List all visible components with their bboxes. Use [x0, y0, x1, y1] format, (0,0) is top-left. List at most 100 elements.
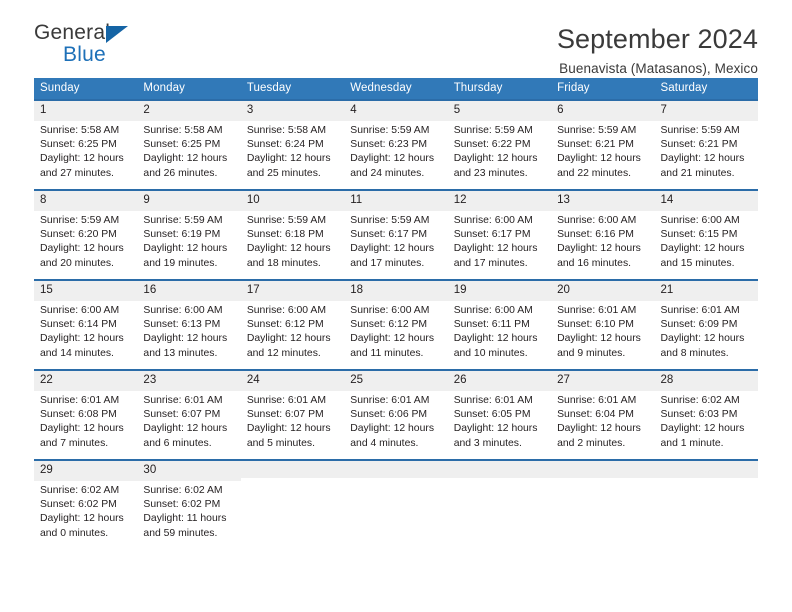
day-number: 14: [654, 191, 758, 212]
sunset-text: Sunset: 6:04 PM: [557, 409, 634, 421]
calendar-day-cell[interactable]: 8 Sunrise: 5:59 AM Sunset: 6:20 PM Daylight…: [34, 189, 138, 280]
calendar-day-cell[interactable]: 10 Sunrise: 5:59 AM Sunset: 6:18 PM Dayligh…: [240, 189, 345, 280]
daylight-text: Daylight: 12 hours and 8 minutes.: [660, 333, 745, 359]
calendar-day-cell[interactable]: 6 Sunrise: 5:59 AM Sunset: 6:21 PM Daylight…: [551, 99, 655, 190]
calendar-table: Sunday Monday Tuesday Wednesday Thursday…: [34, 78, 758, 549]
calendar-day-cell[interactable]: 2 Sunrise: 5:58 AM Sunset: 6:25 PM Daylight…: [137, 99, 241, 190]
calendar-day-cell[interactable]: [654, 459, 758, 549]
calendar-day-cell[interactable]: 17 Sunrise: 6:00 AM Sunset: 6:12 PM Dayligh…: [240, 279, 345, 370]
daylight-text: Daylight: 12 hours and 19 minutes.: [143, 243, 228, 269]
day-cell-inner: 26 Sunrise: 6:01 AM Sunset: 6:05 PM Dayligh…: [447, 371, 552, 459]
day-details: Sunrise: 5:59 AM Sunset: 6:22 PM Daylight:…: [448, 121, 551, 180]
calendar-day-cell[interactable]: 7 Sunrise: 5:59 AM Sunset: 6:21 PM Daylight…: [654, 99, 758, 190]
calendar-day-cell[interactable]: 24 Sunrise: 6:01 AM Sunset: 6:07 PM Dayligh…: [240, 369, 345, 460]
calendar-day-cell[interactable]: 21 Sunrise: 6:01 AM Sunset: 6:09 PM Dayligh…: [654, 279, 758, 370]
day-number: 27: [551, 371, 655, 392]
day-number: 26: [447, 371, 552, 392]
logo[interactable]: General Blue: [34, 22, 154, 68]
day-details: Sunrise: 6:00 AM Sunset: 6:11 PM Daylight:…: [448, 301, 551, 360]
day-details: Sunrise: 5:59 AM Sunset: 6:18 PM Daylight:…: [241, 211, 344, 270]
sunset-text: Sunset: 6:19 PM: [143, 229, 221, 241]
calendar-day-cell[interactable]: [344, 459, 448, 549]
logo-text-general: General: [34, 21, 111, 44]
calendar-day-cell[interactable]: 1 Sunrise: 5:58 AM Sunset: 6:25 PM Daylight…: [34, 99, 138, 190]
calendar-week-row: 1 Sunrise: 5:58 AM Sunset: 6:25 PM Daylight…: [34, 99, 758, 190]
calendar-day-cell[interactable]: [551, 459, 655, 549]
calendar-day-cell[interactable]: 9 Sunrise: 5:59 AM Sunset: 6:19 PM Daylight…: [137, 189, 241, 280]
weekday-header-tuesday: Tuesday: [240, 78, 345, 100]
calendar-day-cell[interactable]: 25 Sunrise: 6:01 AM Sunset: 6:06 PM Dayligh…: [344, 369, 448, 460]
day-details: Sunrise: 6:01 AM Sunset: 6:05 PM Daylight:…: [448, 391, 551, 450]
logo-text-blue: Blue: [63, 43, 106, 66]
calendar-day-cell[interactable]: 13 Sunrise: 6:00 AM Sunset: 6:16 PM Dayligh…: [551, 189, 655, 280]
day-cell-inner: 16 Sunrise: 6:00 AM Sunset: 6:13 PM Dayligh…: [137, 281, 241, 369]
daylight-text: Daylight: 12 hours and 24 minutes.: [350, 153, 435, 179]
daylight-text: Daylight: 12 hours and 7 minutes.: [40, 423, 124, 449]
day-details: Sunrise: 5:59 AM Sunset: 6:21 PM Daylight:…: [551, 121, 654, 180]
calendar-day-cell[interactable]: 20 Sunrise: 6:01 AM Sunset: 6:10 PM Dayligh…: [551, 279, 655, 370]
day-details: Sunrise: 6:02 AM Sunset: 6:02 PM Daylight:…: [34, 481, 137, 540]
sunset-text: Sunset: 6:02 PM: [40, 499, 117, 511]
sunset-text: Sunset: 6:25 PM: [40, 139, 117, 151]
day-cell-inner: 30 Sunrise: 6:02 AM Sunset: 6:02 PM Dayligh…: [137, 461, 241, 549]
calendar-day-cell[interactable]: 14 Sunrise: 6:00 AM Sunset: 6:15 PM Dayligh…: [654, 189, 758, 280]
day-cell-inner: 12 Sunrise: 6:00 AM Sunset: 6:17 PM Dayligh…: [447, 191, 552, 279]
calendar-day-cell[interactable]: 27 Sunrise: 6:01 AM Sunset: 6:04 PM Dayligh…: [551, 369, 655, 460]
day-number: [344, 461, 448, 478]
day-details: Sunrise: 6:01 AM Sunset: 6:09 PM Daylight:…: [655, 301, 758, 360]
daylight-text: Daylight: 12 hours and 14 minutes.: [40, 333, 124, 359]
daylight-text: Daylight: 12 hours and 15 minutes.: [660, 243, 745, 269]
logo-triangle-icon: [106, 26, 128, 43]
sunset-text: Sunset: 6:10 PM: [557, 319, 634, 331]
calendar-day-cell[interactable]: 12 Sunrise: 6:00 AM Sunset: 6:17 PM Dayligh…: [447, 189, 552, 280]
daylight-text: Daylight: 12 hours and 16 minutes.: [557, 243, 641, 269]
sunrise-text: Sunrise: 6:00 AM: [246, 305, 326, 317]
daylight-text: Daylight: 12 hours and 0 minutes.: [40, 513, 124, 539]
sunset-text: Sunset: 6:24 PM: [246, 139, 324, 151]
daylight-text: Daylight: 12 hours and 17 minutes.: [350, 243, 435, 269]
day-cell-inner: 8 Sunrise: 5:59 AM Sunset: 6:20 PM Daylight…: [34, 191, 138, 279]
sunrise-text: Sunrise: 6:00 AM: [453, 305, 533, 317]
calendar-day-cell[interactable]: 3 Sunrise: 5:58 AM Sunset: 6:24 PM Daylight…: [240, 99, 345, 190]
calendar-day-cell[interactable]: 23 Sunrise: 6:01 AM Sunset: 6:07 PM Dayligh…: [137, 369, 241, 460]
calendar-day-cell[interactable]: 4 Sunrise: 5:59 AM Sunset: 6:23 PM Daylight…: [344, 99, 448, 190]
calendar-day-cell[interactable]: 18 Sunrise: 6:00 AM Sunset: 6:12 PM Dayligh…: [344, 279, 448, 370]
daylight-text: Daylight: 12 hours and 26 minutes.: [143, 153, 228, 179]
day-details: Sunrise: 5:59 AM Sunset: 6:21 PM Daylight:…: [655, 121, 758, 180]
daylight-text: Daylight: 12 hours and 21 minutes.: [660, 153, 745, 179]
calendar-week-row: 29 Sunrise: 6:02 AM Sunset: 6:02 PM Dayligh…: [34, 459, 758, 549]
day-number: 10: [240, 191, 345, 212]
day-cell-inner: 28 Sunrise: 6:02 AM Sunset: 6:03 PM Dayligh…: [654, 371, 758, 459]
day-number: 17: [240, 281, 345, 302]
calendar-day-cell[interactable]: [447, 459, 552, 549]
calendar-day-cell[interactable]: 11 Sunrise: 5:59 AM Sunset: 6:17 PM Dayligh…: [344, 189, 448, 280]
calendar-day-cell[interactable]: 19 Sunrise: 6:00 AM Sunset: 6:11 PM Dayligh…: [447, 279, 552, 370]
day-number: [447, 461, 552, 478]
day-number: 25: [344, 371, 448, 392]
calendar-day-cell[interactable]: 15 Sunrise: 6:00 AM Sunset: 6:14 PM Dayligh…: [34, 279, 138, 370]
day-cell-inner: 22 Sunrise: 6:01 AM Sunset: 6:08 PM Dayligh…: [34, 371, 138, 459]
day-number: 18: [344, 281, 448, 302]
day-number: 1: [34, 101, 138, 122]
daylight-text: Daylight: 12 hours and 27 minutes.: [40, 153, 124, 179]
weekday-header-thursday: Thursday: [447, 78, 552, 100]
day-details: Sunrise: 6:00 AM Sunset: 6:17 PM Daylight:…: [448, 211, 551, 270]
day-number: 7: [654, 101, 758, 122]
calendar-day-cell[interactable]: [240, 459, 345, 549]
day-cell-inner: 27 Sunrise: 6:01 AM Sunset: 6:04 PM Dayligh…: [551, 371, 655, 459]
calendar-day-cell[interactable]: 16 Sunrise: 6:00 AM Sunset: 6:13 PM Dayligh…: [137, 279, 241, 370]
sunset-text: Sunset: 6:23 PM: [350, 139, 428, 151]
sunrise-text: Sunrise: 6:01 AM: [350, 395, 430, 407]
sunrise-text: Sunrise: 6:00 AM: [660, 215, 740, 227]
calendar-day-cell[interactable]: 5 Sunrise: 5:59 AM Sunset: 6:22 PM Daylight…: [447, 99, 552, 190]
calendar-day-cell[interactable]: 26 Sunrise: 6:01 AM Sunset: 6:05 PM Dayligh…: [447, 369, 552, 460]
sunset-text: Sunset: 6:14 PM: [40, 319, 117, 331]
sunset-text: Sunset: 6:11 PM: [453, 319, 530, 331]
calendar-day-cell[interactable]: 29 Sunrise: 6:02 AM Sunset: 6:02 PM Dayligh…: [34, 459, 138, 549]
sunrise-text: Sunrise: 6:01 AM: [557, 305, 637, 317]
day-number: 16: [137, 281, 241, 302]
calendar-day-cell[interactable]: 30 Sunrise: 6:02 AM Sunset: 6:02 PM Dayligh…: [137, 459, 241, 549]
calendar-day-cell[interactable]: 22 Sunrise: 6:01 AM Sunset: 6:08 PM Dayligh…: [34, 369, 138, 460]
day-details: Sunrise: 6:00 AM Sunset: 6:12 PM Daylight:…: [241, 301, 344, 360]
calendar-day-cell[interactable]: 28 Sunrise: 6:02 AM Sunset: 6:03 PM Dayligh…: [654, 369, 758, 460]
